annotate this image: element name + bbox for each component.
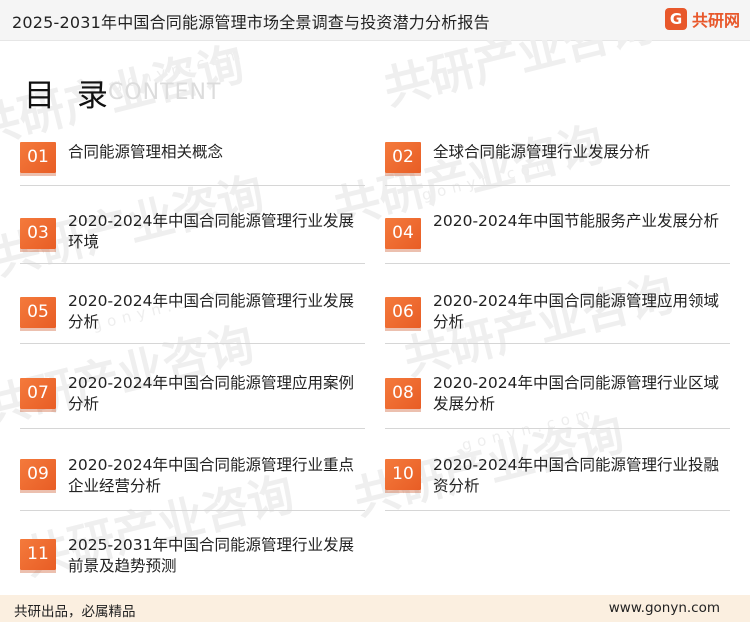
toc-item-number: 08	[385, 378, 421, 412]
divider	[20, 510, 365, 511]
toc-item-label: 2020-2024年中国合同能源管理行业发展分析	[68, 292, 354, 331]
toc-item-01[interactable]: 01 合同能源管理相关概念	[20, 134, 365, 186]
toc-item-number: 06	[385, 297, 421, 331]
toc-item-number: 01	[20, 142, 56, 176]
report-title: 2025-2031年中国合同能源管理市场全景调查与投资潜力分析报告	[12, 13, 490, 32]
footer-slogan: 共研出品，必属精品	[14, 604, 136, 620]
toc-item-number: 11	[20, 539, 56, 573]
divider	[20, 185, 365, 186]
divider	[20, 343, 365, 344]
footer-url[interactable]: www.gonyn.com	[609, 600, 720, 616]
top-bar: 2025-2031年中国合同能源管理市场全景调查与投资潜力分析报告 G 共研网	[0, 0, 750, 41]
toc-item-label: 2020-2024年中国合同能源管理应用案例分析	[68, 374, 354, 413]
toc-subtitle: CONTENT	[108, 80, 222, 105]
toc-item-label: 2020-2024年中国节能服务产业发展分析	[433, 212, 719, 230]
logo-icon: G	[664, 8, 687, 30]
toc-item-02[interactable]: 02 全球合同能源管理行业发展分析	[385, 134, 730, 186]
toc-item-label: 2020-2024年中国合同能源管理行业重点企业经营分析	[68, 456, 354, 495]
toc-item-label: 全球合同能源管理行业发展分析	[433, 143, 651, 161]
toc-item-05[interactable]: 05 2020-2024年中国合同能源管理行业发展分析	[20, 286, 365, 356]
toc-item-07[interactable]: 07 2020-2024年中国合同能源管理应用案例分析	[20, 371, 365, 441]
toc-item-label: 2020-2024年中国合同能源管理应用领域分析	[433, 292, 719, 331]
toc-item-number: 03	[20, 218, 56, 252]
toc-item-number: 09	[20, 459, 56, 493]
toc-item-label: 合同能源管理相关概念	[68, 143, 224, 161]
toc-item-label: 2025-2031年中国合同能源管理行业发展前景及趋势预测	[68, 536, 354, 575]
toc-item-number: 07	[20, 378, 56, 412]
divider	[385, 185, 730, 186]
divider	[20, 263, 365, 264]
watermark-text: 共研产业咨询	[378, 40, 660, 116]
divider	[20, 428, 365, 429]
brand-logo: G 共研网	[664, 7, 740, 31]
toc-item-08[interactable]: 08 2020-2024年中国合同能源管理行业区域发展分析	[385, 371, 730, 441]
toc-item-number: 05	[20, 297, 56, 331]
divider	[385, 428, 730, 429]
logo-text: 共研网	[691, 11, 740, 30]
toc-item-03[interactable]: 03 2020-2024年中国合同能源管理行业发展环境	[20, 206, 365, 276]
divider	[385, 510, 730, 511]
divider	[385, 343, 730, 344]
toc-item-label: 2020-2024年中国合同能源管理行业发展环境	[68, 212, 354, 251]
toc-item-number: 10	[385, 459, 421, 493]
toc-item-number: 02	[385, 142, 421, 176]
divider	[385, 263, 730, 264]
toc-item-09[interactable]: 09 2020-2024年中国合同能源管理行业重点企业经营分析	[20, 453, 365, 523]
footer-bar: 共研出品，必属精品 www.gonyn.com	[0, 595, 750, 622]
toc-item-11[interactable]: 11 2025-2031年中国合同能源管理行业发展前景及趋势预测	[20, 533, 365, 588]
toc-item-label: 2020-2024年中国合同能源管理行业区域发展分析	[433, 374, 719, 413]
toc-title: 目 录	[24, 78, 114, 114]
toc-item-label: 2020-2024年中国合同能源管理行业投融资分析	[433, 456, 719, 495]
toc-item-number: 04	[385, 218, 421, 252]
toc-item-04[interactable]: 04 2020-2024年中国节能服务产业发展分析	[385, 206, 730, 276]
toc-item-06[interactable]: 06 2020-2024年中国合同能源管理应用领域分析	[385, 286, 730, 356]
toc-item-10[interactable]: 10 2020-2024年中国合同能源管理行业投融资分析	[385, 453, 730, 523]
